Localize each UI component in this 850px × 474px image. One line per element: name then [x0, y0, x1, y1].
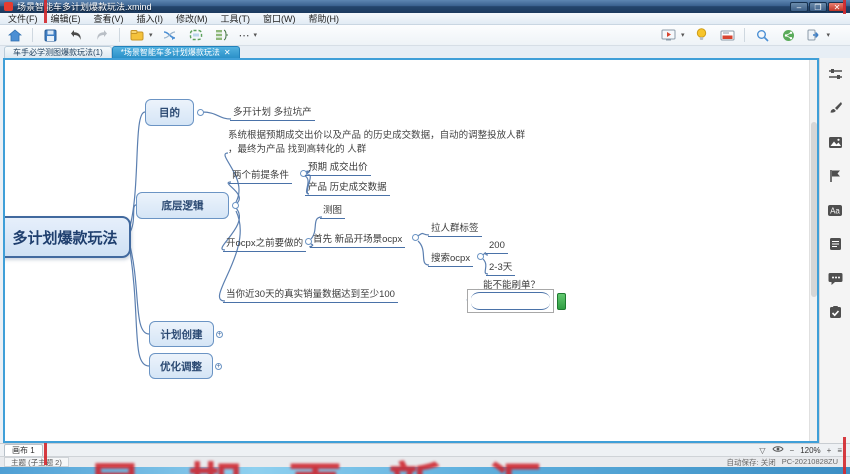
topic-product-history[interactable]: 产品 历史成交数据: [305, 179, 390, 196]
toolbar: ▾ ⋯ ▾ ▾ ▾: [0, 25, 850, 46]
task-check-icon[interactable]: [827, 304, 843, 320]
watermark-line: [44, 0, 47, 23]
device-name: PC-20210828ZU: [782, 457, 838, 468]
menu-modify[interactable]: 修改(M): [176, 12, 208, 25]
comments-icon[interactable]: [827, 270, 843, 286]
notes-icon[interactable]: [827, 236, 843, 252]
outline-toggle-icon[interactable]: ≡: [837, 446, 842, 455]
menu-window[interactable]: 窗口(W): [263, 12, 296, 25]
menu-file[interactable]: 文件(F): [8, 12, 38, 25]
expand-joint[interactable]: +: [215, 363, 222, 370]
sheet-tab-canvas1[interactable]: 画布 1: [4, 444, 43, 456]
canvas-vertical-scrollbar[interactable]: [809, 60, 817, 441]
watermark-line: [843, 0, 846, 14]
selection-status: 主题 (子主题 2): [4, 457, 69, 467]
presentation-caret-icon[interactable]: ▾: [681, 31, 685, 39]
topic-search-ocpx[interactable]: 搜索ocpx: [428, 250, 473, 267]
topic-two-preconditions[interactable]: 两个前提条件: [229, 167, 292, 184]
save-button[interactable]: [41, 27, 59, 44]
minimize-button[interactable]: –: [790, 2, 808, 12]
topic-200[interactable]: 200: [486, 240, 508, 254]
watermark-text: 早期更新汇: [88, 444, 588, 474]
tab-label: 车手必学测图爆款玩法(1): [13, 47, 103, 58]
share-button[interactable]: [779, 27, 797, 44]
marker-flag-icon[interactable]: [827, 168, 843, 184]
menu-edit[interactable]: 编辑(E): [51, 12, 81, 25]
topic-system-text[interactable]: 系统根据预期成交出价以及产品 的历史成交数据，自动的调整投放人群 ，最终为产品 …: [228, 129, 531, 157]
menu-tools[interactable]: 工具(T): [221, 12, 251, 25]
topic-2-3-days[interactable]: 2-3天: [486, 259, 515, 276]
right-sidebar: Aa: [819, 58, 850, 443]
relationship-button[interactable]: [161, 27, 179, 44]
format-sliders-icon[interactable]: [827, 66, 843, 82]
document-tab-bar: 车手必学测图爆款玩法(1) *场景智能车多计划爆款玩法 ✕: [0, 46, 850, 58]
presentation-button[interactable]: [660, 27, 678, 44]
more-tools-button[interactable]: ⋯: [239, 29, 251, 42]
topic-editing-box[interactable]: [467, 289, 554, 313]
eye-icon[interactable]: [772, 445, 784, 455]
image-icon[interactable]: [827, 134, 843, 150]
topic-multi-plan[interactable]: 多开计划 多拉坑产: [230, 104, 315, 121]
sheet-dropdown-icon[interactable]: ▽: [759, 446, 765, 455]
topic-test-image[interactable]: 测图: [320, 202, 345, 219]
collapse-joint[interactable]: [477, 253, 484, 260]
more-caret-icon[interactable]: ▾: [254, 31, 258, 39]
menu-help[interactable]: 帮助(H): [309, 12, 340, 25]
mindmap-canvas[interactable]: 多计划爆款玩法 目的 多开计划 多拉坑产 底层逻辑 系统根据预期成交出价以及产品…: [3, 58, 819, 443]
root-topic[interactable]: 多计划爆款玩法: [3, 216, 131, 258]
undo-button[interactable]: [67, 27, 85, 44]
topic-before-ocpx[interactable]: 开ocpx之前要做的: [223, 235, 306, 252]
expand-joint[interactable]: +: [216, 331, 223, 338]
scrollbar-thumb[interactable]: [811, 122, 817, 297]
redo-button[interactable]: [93, 27, 111, 44]
marker-caret-icon[interactable]: ▾: [149, 31, 153, 39]
topic-underlying-logic[interactable]: 底层逻辑: [136, 192, 229, 219]
zoom-level: 120%: [800, 446, 820, 455]
resize-handle[interactable]: [557, 293, 566, 310]
autosave-status: 自动保存: 关闭: [727, 457, 776, 468]
menu-view[interactable]: 查看(V): [94, 12, 124, 25]
collapse-joint[interactable]: [197, 109, 204, 116]
home-button[interactable]: [6, 27, 24, 44]
collapse-joint[interactable]: [412, 234, 419, 241]
topic-first-scene-ocpx[interactable]: 首先 新品开场景ocpx: [310, 231, 405, 248]
topic-optimization[interactable]: 优化调整: [149, 353, 213, 379]
paint-brush-icon[interactable]: [827, 100, 843, 116]
marker-button[interactable]: [128, 27, 146, 44]
topic-purpose[interactable]: 目的: [145, 99, 194, 126]
tab-other-file[interactable]: 车手必学测图爆款玩法(1): [4, 46, 112, 58]
watermark-line: [843, 437, 846, 474]
slide-panel-button[interactable]: [718, 27, 736, 44]
tab-current-file[interactable]: *场景智能车多计划爆款玩法 ✕: [112, 46, 240, 58]
export-button[interactable]: [805, 27, 823, 44]
watermark-line: [44, 443, 47, 465]
topic-30day-sales[interactable]: 当你近30天的真实销量数据达到至少100: [223, 286, 398, 303]
topic-plan-creation[interactable]: 计划创建: [149, 321, 214, 347]
boundary-button[interactable]: [187, 27, 205, 44]
summary-button[interactable]: [213, 27, 231, 44]
menu-bar: 文件(F) 编辑(E) 查看(V) 插入(I) 修改(M) 工具(T) 窗口(W…: [0, 13, 850, 25]
topic-expected-bid[interactable]: 预期 成交出价: [305, 159, 371, 176]
zoom-out-button[interactable]: −: [790, 446, 795, 455]
topic-crowd-tag[interactable]: 拉人群标签: [428, 220, 482, 237]
tab-label: *场景智能车多计划爆款玩法: [121, 47, 220, 58]
lightbulb-button[interactable]: [692, 27, 710, 44]
zoom-in-button[interactable]: +: [827, 446, 832, 455]
xmind-app-icon: [4, 2, 13, 11]
collapse-joint[interactable]: [232, 202, 239, 209]
search-button[interactable]: [753, 27, 771, 44]
styles-text-icon[interactable]: Aa: [827, 202, 843, 218]
title-bar: 场景智能车多计划爆款玩法.xmind – ❐ ✕: [0, 0, 850, 13]
topic-editing-inner: [471, 292, 550, 310]
svg-text:Aa: Aa: [830, 206, 840, 215]
maximize-button[interactable]: ❐: [809, 2, 827, 12]
menu-insert[interactable]: 插入(I): [137, 12, 164, 25]
tab-close-icon[interactable]: ✕: [224, 48, 231, 57]
export-caret-icon[interactable]: ▾: [826, 31, 830, 39]
